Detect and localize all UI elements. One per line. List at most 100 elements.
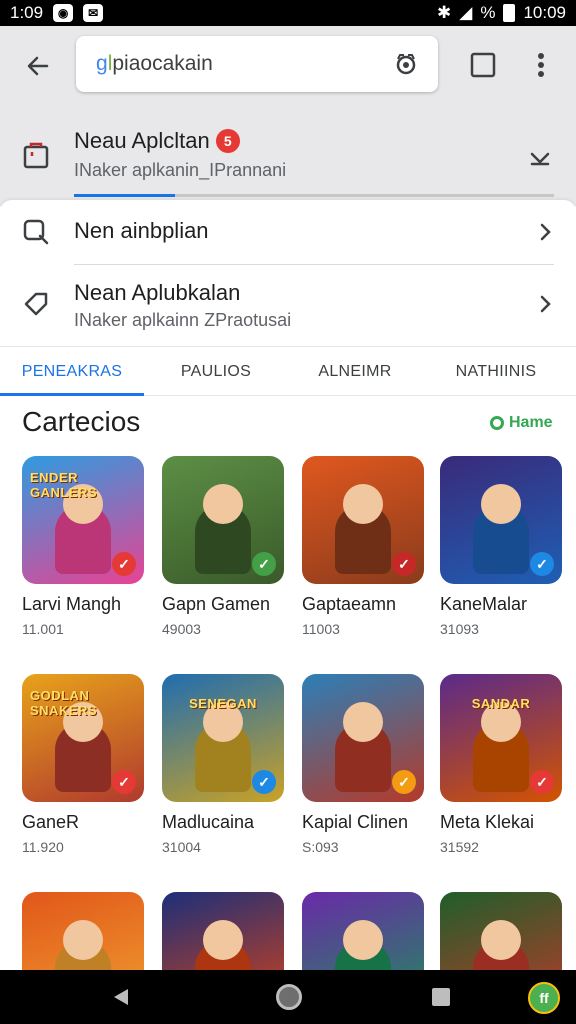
game-name: Kapial Clinen: [302, 812, 409, 832]
game-artwork[interactable]: ✓: [162, 456, 284, 584]
app-badge: 5: [215, 129, 240, 153]
back-arrow-icon: [27, 56, 49, 76]
character-head: [63, 920, 103, 960]
character-head: [343, 702, 383, 742]
game-tile[interactable]: ENDER GANLERS ✓ Larvi Mangh 11.001: [22, 456, 144, 637]
game-name: Meta Klekai: [440, 812, 535, 832]
suggestion-list: Nen ainbplian Nean Aplubkalan INaker apl…: [0, 200, 576, 346]
game-name: Larvi Mangh: [22, 594, 122, 614]
checkmark-icon: ✓: [392, 552, 416, 576]
game-name: KaneMalar: [440, 594, 528, 614]
section-more-link[interactable]: Hame: [490, 414, 553, 432]
suggestion-title: Nean Aplubkalan: [74, 280, 241, 305]
game-logo-text: SENEGAN: [189, 695, 257, 711]
tab-peneakras[interactable]: PENEAKRAS: [0, 347, 144, 397]
game-download-count: 31004: [162, 839, 201, 855]
game-name: Madlucaina: [162, 812, 255, 832]
battery-icon: [503, 4, 516, 22]
game-tile[interactable]: ✓ Gapn Gamen 49003: [162, 456, 284, 637]
checkmark-icon: ✓: [530, 770, 554, 794]
game-download-count: 31592: [440, 839, 479, 855]
checkmark-icon: ✓: [252, 552, 276, 576]
game-name: GaneR: [22, 812, 80, 832]
game-artwork[interactable]: ✓: [440, 456, 562, 584]
tab-paulios[interactable]: PAULIOS: [144, 347, 288, 397]
status-time-left: 1:09: [10, 3, 44, 22]
game-tile[interactable]: ✓ Kapial Clinen S:093: [302, 674, 424, 855]
shopping-bag-icon: [23, 142, 49, 169]
game-tile[interactable]: SENEGAN ✓ Madlucaina 31004: [162, 674, 284, 855]
nav-home-icon[interactable]: [276, 984, 302, 1010]
nav-back-icon[interactable]: [110, 986, 132, 1008]
progress-bar: [74, 194, 554, 197]
checkmark-icon: ✓: [252, 770, 276, 794]
game-logo-text: GODLAN SNAKERS: [30, 688, 98, 718]
chevron-right-icon: [540, 223, 551, 241]
suggestion-subtitle: INaker aplkainn ZPraotusai: [74, 310, 292, 330]
mail-icon: ✉: [83, 4, 104, 22]
character-head: [203, 920, 243, 960]
checkmark-icon: ✓: [530, 552, 554, 576]
game-tile[interactable]: ✓ KaneMalar 31093: [440, 456, 562, 637]
game-name: Gapn Gamen: [162, 594, 271, 614]
status-bar: 1:09 ◉ ✉ ✱ ◢ % 10:09: [0, 0, 576, 26]
section-title: Cartecios: [22, 406, 141, 437]
checkmark-icon: ✓: [112, 552, 136, 576]
back-button[interactable]: [18, 46, 58, 86]
camera-lens-icon[interactable]: [392, 50, 420, 78]
game-artwork[interactable]: SANDAR ✓: [440, 674, 562, 802]
game-artwork[interactable]: GODLAN SNAKERS ✓: [22, 674, 144, 802]
game-download-count: S:093: [302, 839, 339, 855]
game-logo-text: SANDAR: [471, 695, 531, 711]
assistant-button[interactable]: ff: [528, 982, 560, 1014]
checkmark-icon: ✓: [112, 770, 136, 794]
game-download-count: 31093: [440, 621, 479, 637]
navigation-bar: ff: [0, 970, 576, 1024]
character-head: [481, 920, 521, 960]
game-logo-text: ENDER GANLERS: [30, 470, 98, 500]
tab-nathiinis[interactable]: NATHIINIS: [422, 347, 570, 397]
game-download-count: 49003: [162, 621, 201, 637]
search-header: glpiaocakain Neau Aplcltan 5 INaker aplk…: [0, 26, 576, 206]
suggestion-item[interactable]: Nen ainbplian: [0, 200, 576, 264]
status-time-right: 10:09: [523, 3, 566, 22]
game-artwork[interactable]: SENEGAN ✓: [162, 674, 284, 802]
checkmark-icon: ✓: [392, 770, 416, 794]
character-head: [343, 920, 383, 960]
tab-alneimr[interactable]: ALNEIMR: [288, 347, 422, 397]
suggestion-item[interactable]: Nean Aplubkalan INaker aplkainn ZPraotus…: [0, 266, 576, 344]
character-head: [481, 484, 521, 524]
search-query[interactable]: glpiaocakain: [96, 52, 392, 76]
game-tile[interactable]: SANDAR ✓ Meta Klekai 31592: [440, 674, 562, 855]
game-artwork[interactable]: ✓: [302, 456, 424, 584]
game-download-count: 11.001: [22, 621, 64, 637]
tabs-icon[interactable]: [468, 50, 498, 80]
tag-icon: [24, 292, 48, 316]
game-tile[interactable]: GODLAN SNAKERS ✓ GaneR 11.920: [22, 674, 144, 855]
nav-recents-icon[interactable]: [432, 988, 450, 1006]
game-download-count: 11.920: [22, 839, 64, 855]
chevron-down-icon[interactable]: [526, 144, 554, 172]
search-icon: [23, 219, 49, 245]
divider: [74, 264, 554, 265]
game-artwork[interactable]: ENDER GANLERS ✓: [22, 456, 144, 584]
category-tabs: PENEAKRAS PAULIOS ALNEIMR NATHIINIS: [0, 346, 576, 396]
active-tab-indicator: [0, 393, 144, 396]
signal-icon: %: [480, 3, 496, 22]
more-options-icon[interactable]: [528, 50, 554, 80]
character-head: [203, 484, 243, 524]
game-tile[interactable]: ✓ Gaptaeamn 11003: [302, 456, 424, 637]
app-result-row[interactable]: Neau Aplcltan 5 INaker aplkanin_IPrannan…: [0, 118, 576, 198]
character-head: [343, 484, 383, 524]
game-artwork[interactable]: ✓: [302, 674, 424, 802]
bluetooth-icon: ✱: [437, 3, 452, 22]
search-input[interactable]: glpiaocakain: [76, 36, 438, 92]
circle-icon: [490, 416, 504, 430]
suggestion-title: Nen ainbplian: [74, 218, 209, 243]
app-title: Neau Aplcltan 5: [74, 128, 240, 154]
wifi-icon: ◢: [459, 3, 473, 22]
game-download-count: 11003: [302, 621, 340, 637]
chevron-right-icon: [540, 295, 551, 313]
game-name: Gaptaeamn: [302, 594, 397, 614]
app-subtitle: INaker aplkanin_IPrannani: [74, 160, 287, 180]
